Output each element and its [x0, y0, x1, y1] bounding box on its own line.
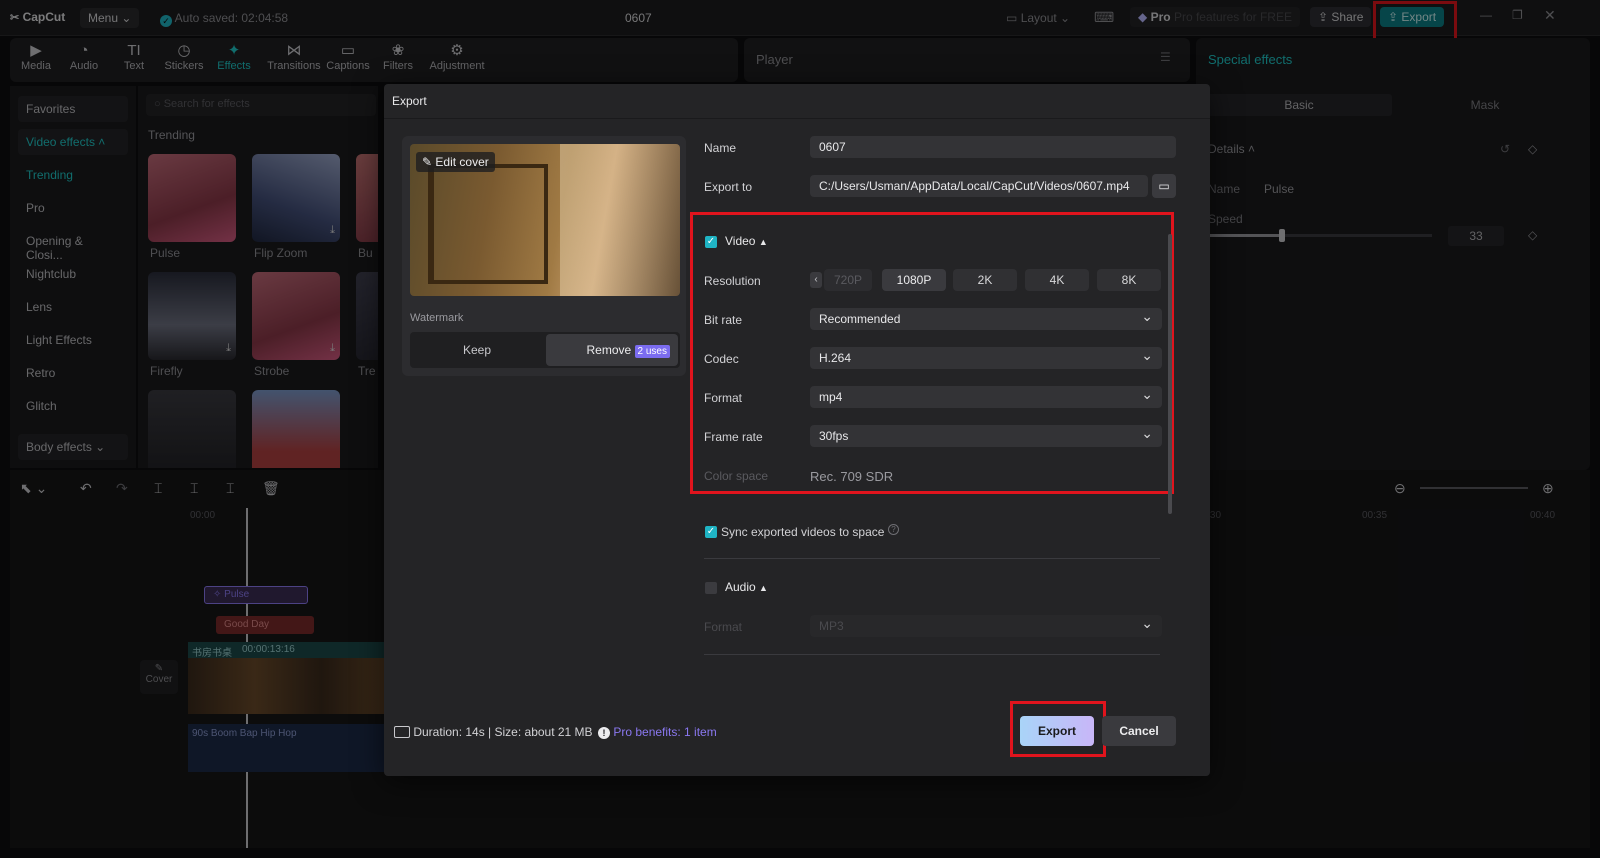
export-button-highlight — [1010, 701, 1106, 757]
duration-size-text: Duration: 14s | Size: about 21 MB — [413, 725, 593, 739]
settings-scrollbar[interactable] — [1168, 234, 1172, 514]
cancel-button[interactable]: Cancel — [1102, 716, 1176, 746]
cancel-button-label: Cancel — [1119, 724, 1159, 738]
folder-button[interactable]: ▭ — [1152, 174, 1176, 198]
watermark-label: Watermark — [410, 312, 464, 324]
film-icon — [394, 726, 410, 738]
section-divider-2 — [704, 654, 1160, 655]
remove-uses-badge: 2 uses — [634, 345, 670, 358]
dialog-title: Export — [392, 94, 427, 108]
name-input[interactable]: 0607 — [810, 136, 1176, 158]
export-to-label: Export to — [704, 180, 753, 194]
keep-watermark-button[interactable]: Keep — [410, 332, 544, 368]
audio-format-value: MP3 — [819, 619, 844, 633]
audio-format-select: MP3 — [810, 615, 1162, 637]
export-dialog: Export ✎ Edit cover Watermark Keep Remov… — [384, 84, 1210, 776]
section-divider — [704, 558, 1160, 559]
keep-label: Keep — [462, 343, 492, 357]
footer-info: Duration: 14s | Size: about 21 MB — [394, 725, 593, 739]
sync-label: Sync exported videos to space — [721, 525, 885, 539]
help-icon[interactable]: ? — [888, 524, 899, 535]
edit-cover-button[interactable]: ✎ Edit cover — [416, 152, 495, 172]
remove-watermark-button[interactable]: Remove 2 uses — [546, 334, 678, 366]
watermark-toggle: Keep Remove 2 uses — [410, 332, 680, 368]
audio-label: Audio — [725, 580, 756, 594]
folder-icon: ▭ — [1158, 179, 1170, 193]
caret-up-icon: ▲ — [759, 583, 768, 593]
curtain-shape — [560, 144, 680, 296]
remove-label: Remove — [586, 343, 632, 357]
edit-cover-label: Edit cover — [435, 155, 489, 169]
sync-checkbox[interactable]: ✓ — [705, 526, 717, 538]
audio-checkbox[interactable] — [705, 582, 717, 594]
dialog-divider — [384, 118, 1210, 119]
name-label: Name — [704, 141, 737, 155]
audio-format-label: Format — [704, 620, 743, 634]
pro-benefits-label: Pro benefits: 1 item — [613, 725, 717, 739]
video-settings-highlight — [690, 212, 1174, 494]
export-path-input[interactable]: C:/Users/Usman/AppData/Local/CapCut/Vide… — [810, 175, 1148, 197]
pencil-icon: ✎ — [422, 155, 433, 169]
pro-benefits[interactable]: ! Pro benefits: 1 item — [598, 725, 717, 739]
cover-panel: ✎ Edit cover Watermark Keep Remove 2 use… — [402, 136, 686, 376]
info-icon: ! — [598, 727, 610, 739]
shelf-shape — [428, 164, 548, 284]
audio-section-toggle[interactable]: Audio ▲ — [725, 580, 768, 594]
